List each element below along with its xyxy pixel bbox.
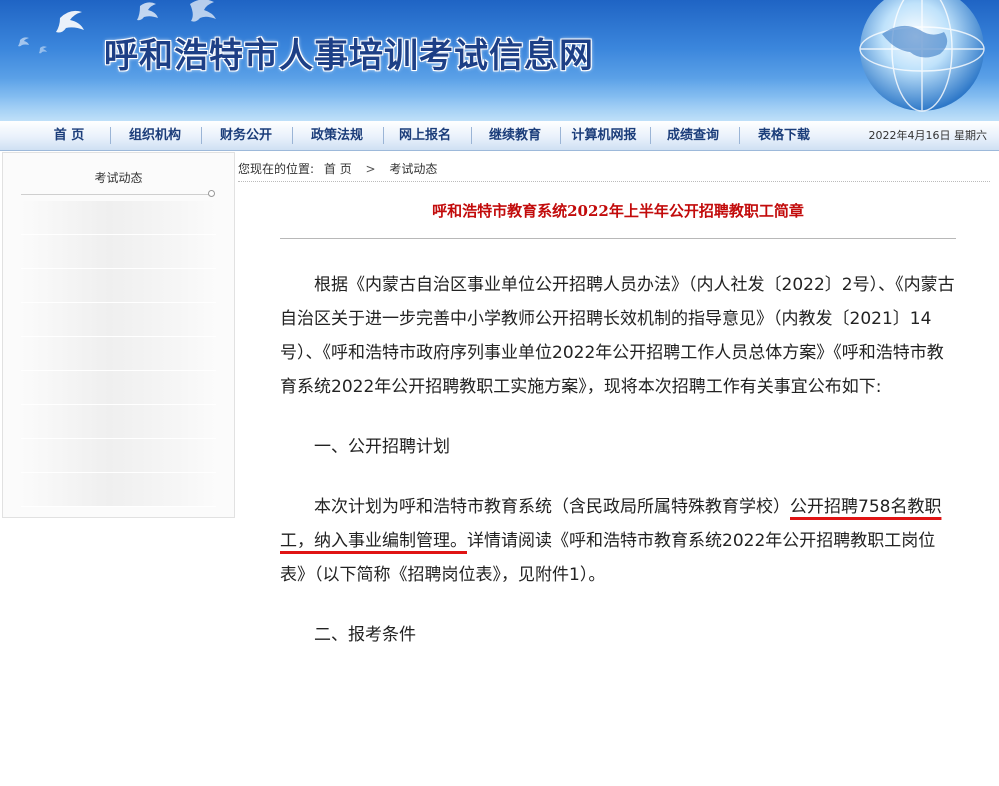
nav-separator: [471, 127, 472, 144]
nav-finance[interactable]: 财务公开: [211, 121, 281, 150]
nav-score-query[interactable]: 成绩查询: [658, 121, 728, 150]
sidebar-exam-news: 考试动态: [2, 152, 235, 518]
paragraph-text: 本次计划为呼和浩特市教育系统（含民政局所属特殊教育学校）: [314, 497, 790, 517]
breadcrumb-home-link[interactable]: 首 页: [324, 157, 352, 181]
sidebar-list-item[interactable]: [21, 269, 216, 303]
current-date: 2022年4月16日 星期六: [868, 129, 988, 142]
nav-separator: [739, 127, 740, 144]
sidebar-divider: [21, 194, 211, 195]
nav-online-registration[interactable]: 网上报名: [390, 121, 460, 150]
sidebar-list-item[interactable]: [21, 201, 216, 235]
nav-separator: [292, 127, 293, 144]
article-body: 根据《内蒙古自治区事业单位公开招聘人员办法》（内人社发〔2022〕2号）、《内蒙…: [280, 268, 956, 652]
nav-separator: [383, 127, 384, 144]
nav-separator: [650, 127, 651, 144]
breadcrumb-current-link[interactable]: 考试动态: [389, 157, 437, 181]
sidebar-title: 考试动态: [94, 171, 143, 185]
sidebar-list-item[interactable]: [21, 473, 216, 507]
breadcrumb: 您现在的位置: 首 页 > 考试动态: [238, 157, 990, 182]
article-paragraph: 本次计划为呼和浩特市教育系统（含民政局所属特殊教育学校）公开招聘758名教职工，…: [280, 490, 956, 592]
article-section-heading: 一、公开招聘计划: [314, 437, 450, 457]
breadcrumb-prefix: 您现在的位置:: [238, 162, 315, 176]
nav-separator: [560, 127, 561, 144]
site-title: 呼和浩特市人事培训考试信息网: [104, 36, 594, 76]
sidebar-list-item[interactable]: [21, 303, 216, 337]
sidebar-list-item[interactable]: [21, 235, 216, 269]
nav-policy[interactable]: 政策法规: [302, 121, 372, 150]
breadcrumb-arrow-icon: >: [365, 162, 376, 176]
article-title: 呼和浩特市教育系统2022年上半年公开招聘教职工简章: [432, 202, 804, 220]
nav-home[interactable]: 首 页: [40, 121, 98, 150]
sidebar-dot-icon: [208, 190, 215, 197]
nav-separator: [110, 127, 111, 144]
sidebar-list-item[interactable]: [21, 337, 216, 371]
article-paragraph: 根据《内蒙古自治区事业单位公开招聘人员办法》（内人社发〔2022〕2号）、《内蒙…: [280, 275, 955, 397]
site-banner: 呼和浩特市人事培训考试信息网: [0, 0, 999, 121]
main-nav: 首 页 组织机构 财务公开 政策法规 网上报名 继续教育 计算机网报 成绩查询 …: [0, 121, 999, 151]
sidebar-list-item[interactable]: [21, 405, 216, 439]
nav-organization[interactable]: 组织机构: [120, 121, 190, 150]
sidebar-list-item[interactable]: [21, 371, 216, 405]
nav-continuing-education[interactable]: 继续教育: [480, 121, 550, 150]
globe-icon: [859, 0, 985, 112]
nav-form-download[interactable]: 表格下载: [749, 121, 819, 150]
article-divider: [280, 238, 956, 239]
article-section-heading: 二、报考条件: [314, 625, 416, 645]
nav-computer-registration[interactable]: 计算机网报: [566, 121, 642, 150]
sidebar-list-item[interactable]: [21, 439, 216, 473]
nav-separator: [201, 127, 202, 144]
